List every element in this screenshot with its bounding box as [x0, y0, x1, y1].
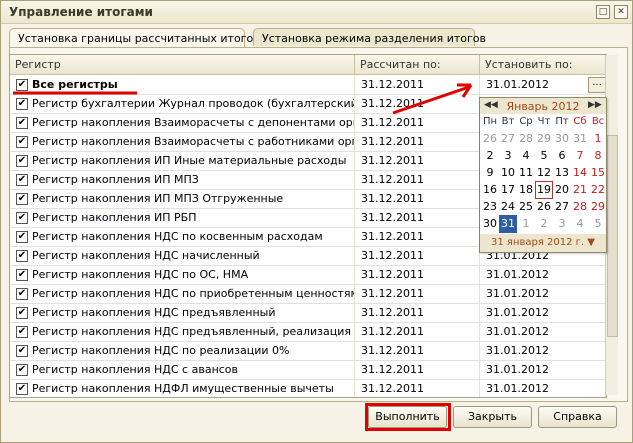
- total-management-window: Управление итогами □ ✕ Установка границы…: [0, 0, 633, 443]
- annotation-overlay: [13, 83, 473, 115]
- annotation-arrow: [392, 85, 470, 115]
